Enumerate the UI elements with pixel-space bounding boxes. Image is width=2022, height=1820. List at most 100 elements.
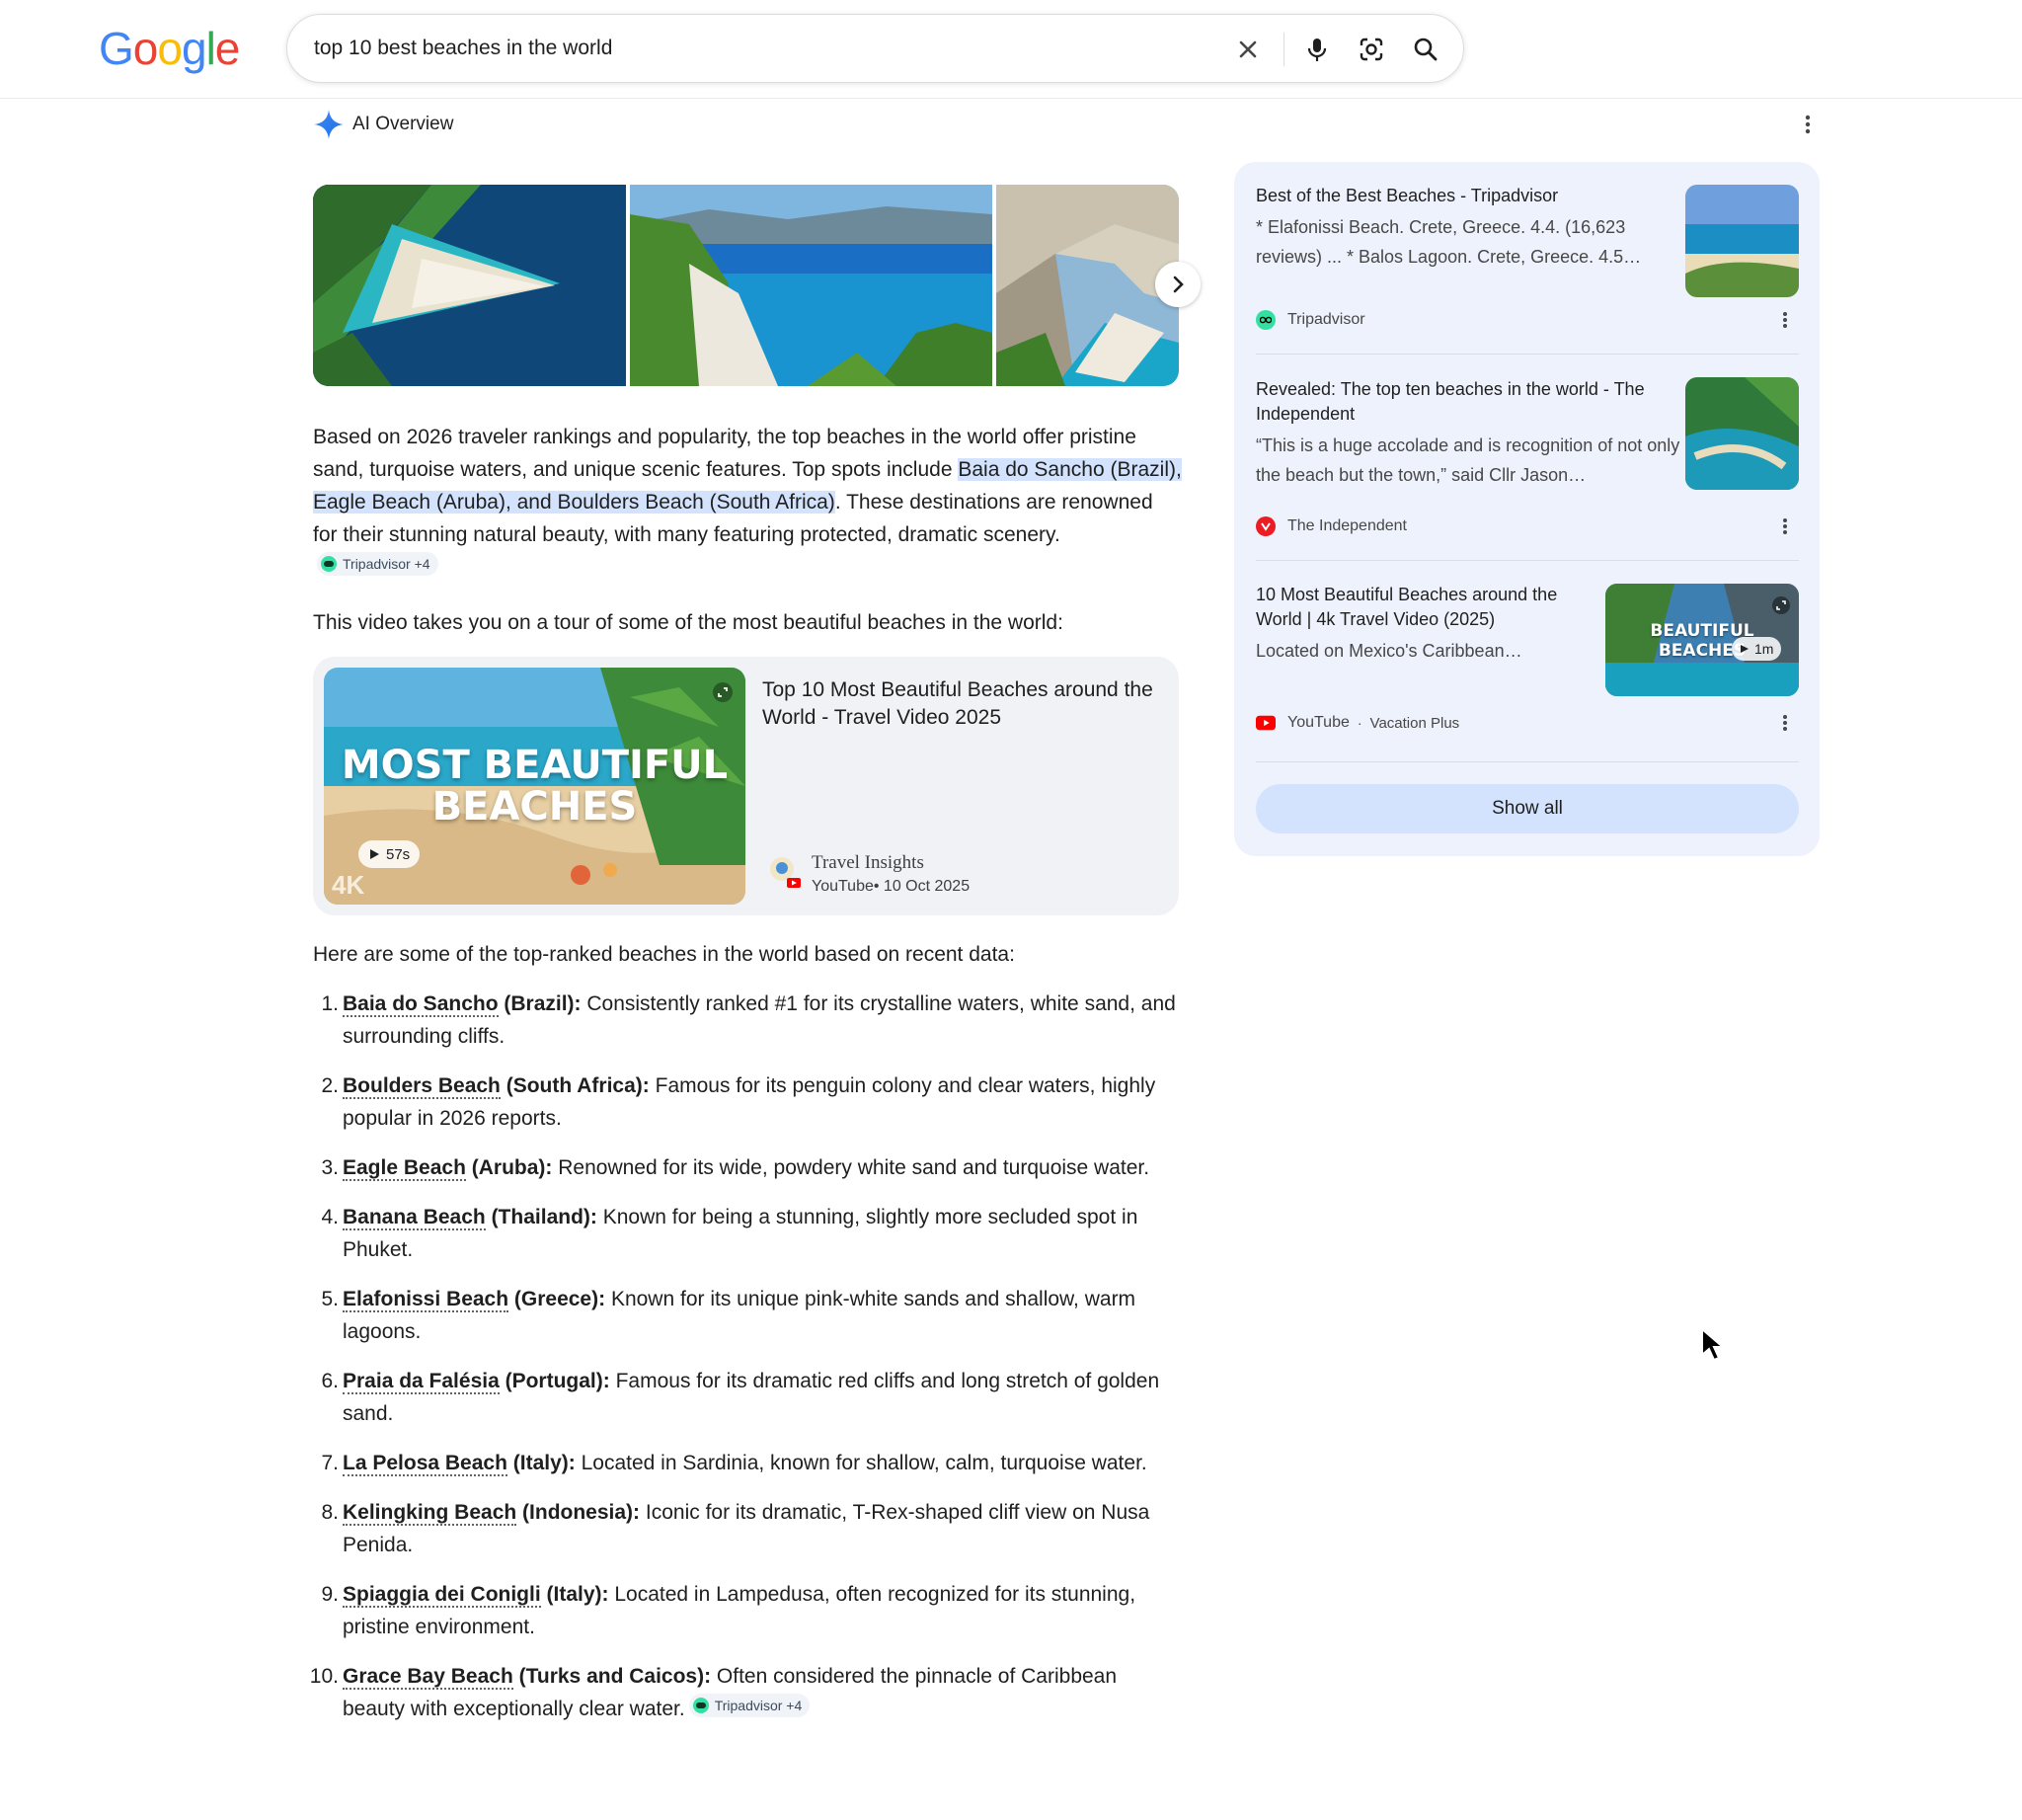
mouse-cursor-icon	[1700, 1326, 1726, 1368]
beach-name-link[interactable]: La Pelosa Beach	[343, 1452, 507, 1476]
list-item: 9. Spiaggia dei Conigli (Italy): Located …	[313, 1578, 1182, 1643]
search-box[interactable]: top 10 best beaches in the world	[286, 14, 1464, 83]
play-icon	[370, 849, 379, 859]
independent-icon	[1256, 516, 1276, 536]
source-site-youtube[interactable]: YouTube · Vacation Plus	[1256, 711, 1459, 735]
video-title[interactable]: Top 10 Most Beautiful Beaches around the…	[762, 676, 1157, 732]
beach-name-link[interactable]: Spiaggia dei Conigli	[343, 1583, 541, 1608]
more-options-icon[interactable]	[1796, 113, 1820, 136]
beach-country: (Italy):	[506, 1452, 576, 1474]
list-number: 9.	[321, 1583, 339, 1606]
header: Google top 10 best beaches in the world	[0, 0, 2022, 99]
source-more-icon[interactable]	[1773, 711, 1797, 735]
beach-name-link[interactable]: Kelingking Beach	[343, 1501, 517, 1526]
youtube-icon	[1256, 713, 1276, 733]
beach-name-link[interactable]: Grace Bay Beach	[343, 1665, 513, 1690]
source-site-name: YouTube	[1287, 714, 1350, 731]
beach-country: (Portugal):	[499, 1370, 610, 1392]
source-title[interactable]: 10 Most Beautiful Beaches around the Wor…	[1256, 583, 1596, 632]
4k-badge: 4K	[332, 870, 365, 900]
list-item: 5. Elafonissi Beach (Greece): Known for i…	[313, 1283, 1182, 1348]
beach-name: Banana Beach (Thailand):	[343, 1206, 597, 1230]
google-logo[interactable]: Google	[99, 22, 240, 75]
source-chip-label: Tripadvisor +4	[343, 555, 430, 572]
video-meta: YouTube• 10 Oct 2025	[812, 878, 971, 895]
source-more-icon[interactable]	[1773, 514, 1797, 538]
source-thumbnail-youtube[interactable]: BEAUTIFUL BEACHES 1m	[1605, 584, 1799, 696]
expand-icon[interactable]	[712, 681, 734, 703]
source-divider	[1256, 560, 1799, 561]
microphone-icon[interactable]	[1299, 32, 1335, 67]
channel-avatar	[767, 854, 803, 890]
chevron-right-icon	[1173, 276, 1184, 293]
list-item: 7. La Pelosa Beach (Italy): Located in Sa…	[313, 1447, 1182, 1479]
list-number: 2.	[321, 1074, 339, 1097]
source-title[interactable]: Revealed: The top ten beaches in the wor…	[1256, 377, 1680, 427]
video-card[interactable]: MOST BEAUTIFUL BEACHES 57s 4K Top 10 Mos…	[313, 657, 1179, 915]
carousel-next-button[interactable]	[1155, 262, 1201, 307]
source-more-icon[interactable]	[1773, 308, 1797, 332]
search-input[interactable]: top 10 best beaches in the world	[314, 37, 612, 60]
thumbnail-title: MOST BEAUTIFUL BEACHES	[324, 745, 745, 828]
beach-name-link[interactable]: Eagle Beach	[343, 1156, 466, 1181]
source-chip[interactable]: Tripadvisor +4	[688, 1694, 811, 1717]
beach-name: La Pelosa Beach (Italy):	[343, 1452, 576, 1476]
source-site-name: The Independent	[1287, 517, 1407, 534]
beach-description: Located in Sardinia, known for shallow, …	[575, 1452, 1147, 1474]
source-site-independent[interactable]: The Independent	[1256, 514, 1407, 538]
ai-overview-label: AI Overview	[352, 114, 454, 134]
beach-country: (Aruba):	[465, 1156, 553, 1179]
source-channel: Vacation Plus	[1369, 714, 1460, 732]
sparkle-icon	[314, 110, 344, 139]
source-site-tripadvisor[interactable]: Tripadvisor	[1256, 308, 1365, 332]
list-item: 3. Eagle Beach (Aruba): Renowned for its …	[313, 1151, 1182, 1184]
image-carousel[interactable]	[313, 185, 1179, 386]
source-site-name: Tripadvisor	[1287, 311, 1365, 328]
list-item: 1. Baia do Sancho (Brazil): Consistently …	[313, 988, 1182, 1053]
source-thumbnail-independent[interactable]	[1685, 377, 1799, 490]
beach-name: Spiaggia dei Conigli (Italy):	[343, 1583, 609, 1608]
close-icon[interactable]	[1230, 32, 1266, 67]
beach-country: (South Africa):	[500, 1074, 650, 1097]
list-number: 1.	[321, 992, 339, 1015]
search-icon[interactable]	[1408, 32, 1443, 67]
logo-letter: o	[157, 23, 183, 74]
source-title[interactable]: Best of the Best Beaches - Tripadvisor	[1256, 184, 1671, 208]
beach-country: (Italy):	[540, 1583, 609, 1606]
beach-country: (Brazil):	[498, 992, 582, 1015]
beach-image-1[interactable]	[313, 185, 626, 386]
beach-name-link[interactable]: Elafonissi Beach	[343, 1288, 509, 1312]
overview-summary: Based on 2026 traveler rankings and popu…	[313, 421, 1182, 584]
beach-name: Eagle Beach (Aruba):	[343, 1156, 552, 1181]
lens-icon[interactable]	[1354, 32, 1389, 67]
beach-name-link[interactable]: Boulders Beach	[343, 1074, 501, 1099]
video-thumbnail[interactable]: MOST BEAUTIFUL BEACHES 57s 4K	[324, 668, 745, 905]
logo-letter: o	[132, 23, 159, 74]
beach-image-3[interactable]	[996, 185, 1179, 386]
source-chip[interactable]: Tripadvisor +4	[317, 552, 438, 576]
list-number: 7.	[321, 1452, 339, 1474]
source-thumbnail-tripadvisor[interactable]	[1685, 185, 1799, 297]
logo-letter: l	[205, 23, 216, 74]
beach-image-2[interactable]	[630, 185, 992, 386]
logo-letter: G	[99, 23, 134, 74]
source-separator: ·	[1357, 715, 1362, 731]
logo-letter: g	[181, 23, 207, 74]
beach-name-link[interactable]: Banana Beach	[343, 1206, 486, 1230]
beach-name: Kelingking Beach (Indonesia):	[343, 1501, 640, 1526]
show-all-button[interactable]: Show all	[1256, 784, 1799, 833]
beach-country: (Thailand):	[485, 1206, 597, 1228]
thumbnail-title-line2: BEACHES	[431, 784, 638, 830]
play-icon	[1741, 645, 1749, 653]
beach-name: Baia do Sancho (Brazil):	[343, 992, 582, 1017]
video-channel[interactable]: Travel Insights	[812, 852, 924, 874]
beach-name-link[interactable]: Baia do Sancho	[343, 992, 499, 1017]
list-number: 4.	[321, 1206, 339, 1228]
list-number: 8.	[321, 1501, 339, 1524]
tripadvisor-icon	[692, 1698, 709, 1713]
expand-icon[interactable]	[1771, 595, 1791, 615]
thumbnail-title-line1: MOST BEAUTIFUL	[341, 743, 729, 788]
list-item: 6. Praia da Falésia (Portugal): Famous fo…	[313, 1365, 1182, 1430]
beach-country: (Indonesia):	[516, 1501, 641, 1524]
beach-name-link[interactable]: Praia da Falésia	[343, 1370, 500, 1394]
